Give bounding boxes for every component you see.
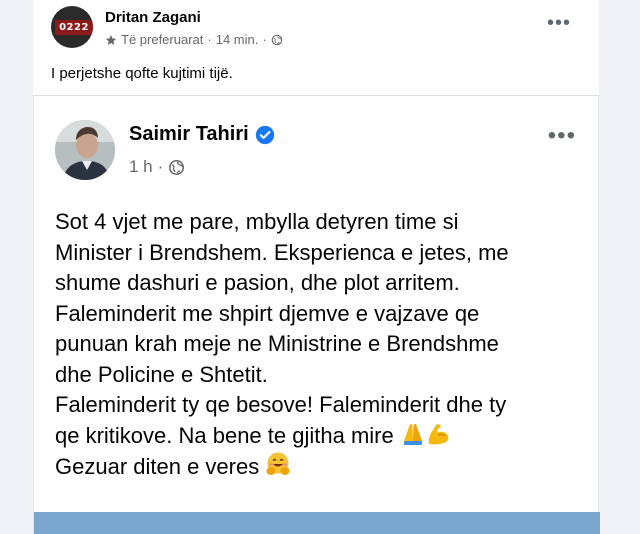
post-time[interactable]: 1 h bbox=[129, 157, 153, 177]
more-options-icon[interactable]: ••• bbox=[548, 124, 576, 148]
post-line: Faleminderit ty qe besove! Faleminderit … bbox=[55, 392, 507, 417]
post-line: qe kritikove. Na bene te gjitha mire bbox=[55, 422, 394, 448]
shared-post-card[interactable]: Saimir Tahiri 1 h · ••• Sot 4 vjet me pa… bbox=[33, 96, 600, 534]
smiling-face-with-open-hands-icon bbox=[266, 452, 290, 475]
post-meta: 1 h · bbox=[129, 157, 185, 177]
post-line: punuan krah meje ne Ministrine e Brendsh… bbox=[55, 331, 499, 356]
globe-icon bbox=[169, 159, 185, 175]
avatar[interactable]: 0222 bbox=[51, 6, 93, 48]
meta-separator: · bbox=[157, 157, 164, 176]
person-photo-icon bbox=[55, 120, 115, 180]
post-line: Faleminderit me shpirt djemve e vajzave … bbox=[55, 300, 480, 326]
avatar[interactable] bbox=[55, 120, 115, 180]
outer-post-header: 0222 Dritan Zagani Të preferuarat · 14 m… bbox=[33, 0, 599, 50]
post-image[interactable] bbox=[34, 512, 600, 534]
audience-label[interactable]: Të preferuarat bbox=[121, 32, 203, 47]
post-line-with-emoji: qe kritikove. Na bene te gjitha mire bbox=[55, 421, 585, 452]
facebook-feed: 0222 Dritan Zagani Të preferuarat · 14 m… bbox=[0, 0, 640, 534]
more-options-icon[interactable]: ••• bbox=[547, 13, 571, 33]
shared-post-header: Saimir Tahiri bbox=[129, 123, 275, 146]
outer-post-card: 0222 Dritan Zagani Të preferuarat · 14 m… bbox=[33, 0, 600, 534]
post-time[interactable]: 14 min. bbox=[216, 32, 259, 47]
post-body: Sot 4 vjet me pare, mbylla detyren time … bbox=[55, 207, 585, 483]
verified-badge-icon bbox=[255, 125, 274, 144]
folded-hands-icon bbox=[403, 423, 422, 445]
post-line: Sot 4 vjet me pare, mbylla detyren time … bbox=[55, 209, 459, 234]
star-icon bbox=[105, 34, 117, 45]
post-text: I perjetshe qofte kujtimi tijë. bbox=[51, 65, 233, 82]
post-line: shume dashuri e pasion, dhe plot arritem… bbox=[55, 270, 460, 295]
post-line-with-emoji: Gezuar diten e veres bbox=[55, 451, 585, 483]
meta-separator: · bbox=[262, 32, 267, 47]
post-meta: Të preferuarat · 14 min. · bbox=[105, 32, 283, 47]
flexed-biceps-icon bbox=[428, 423, 449, 444]
author-name[interactable]: Saimir Tahiri bbox=[129, 123, 249, 146]
author-name[interactable]: Dritan Zagani bbox=[105, 9, 201, 26]
post-line: Gezuar diten e veres bbox=[55, 454, 260, 479]
post-line: Minister i Brendshem. Eksperienca e jete… bbox=[55, 239, 509, 265]
avatar-plate: 0222 bbox=[55, 20, 93, 35]
meta-separator: · bbox=[207, 32, 212, 47]
post-line: dhe Policine e Shtetit. bbox=[55, 361, 268, 387]
globe-icon bbox=[271, 34, 283, 45]
